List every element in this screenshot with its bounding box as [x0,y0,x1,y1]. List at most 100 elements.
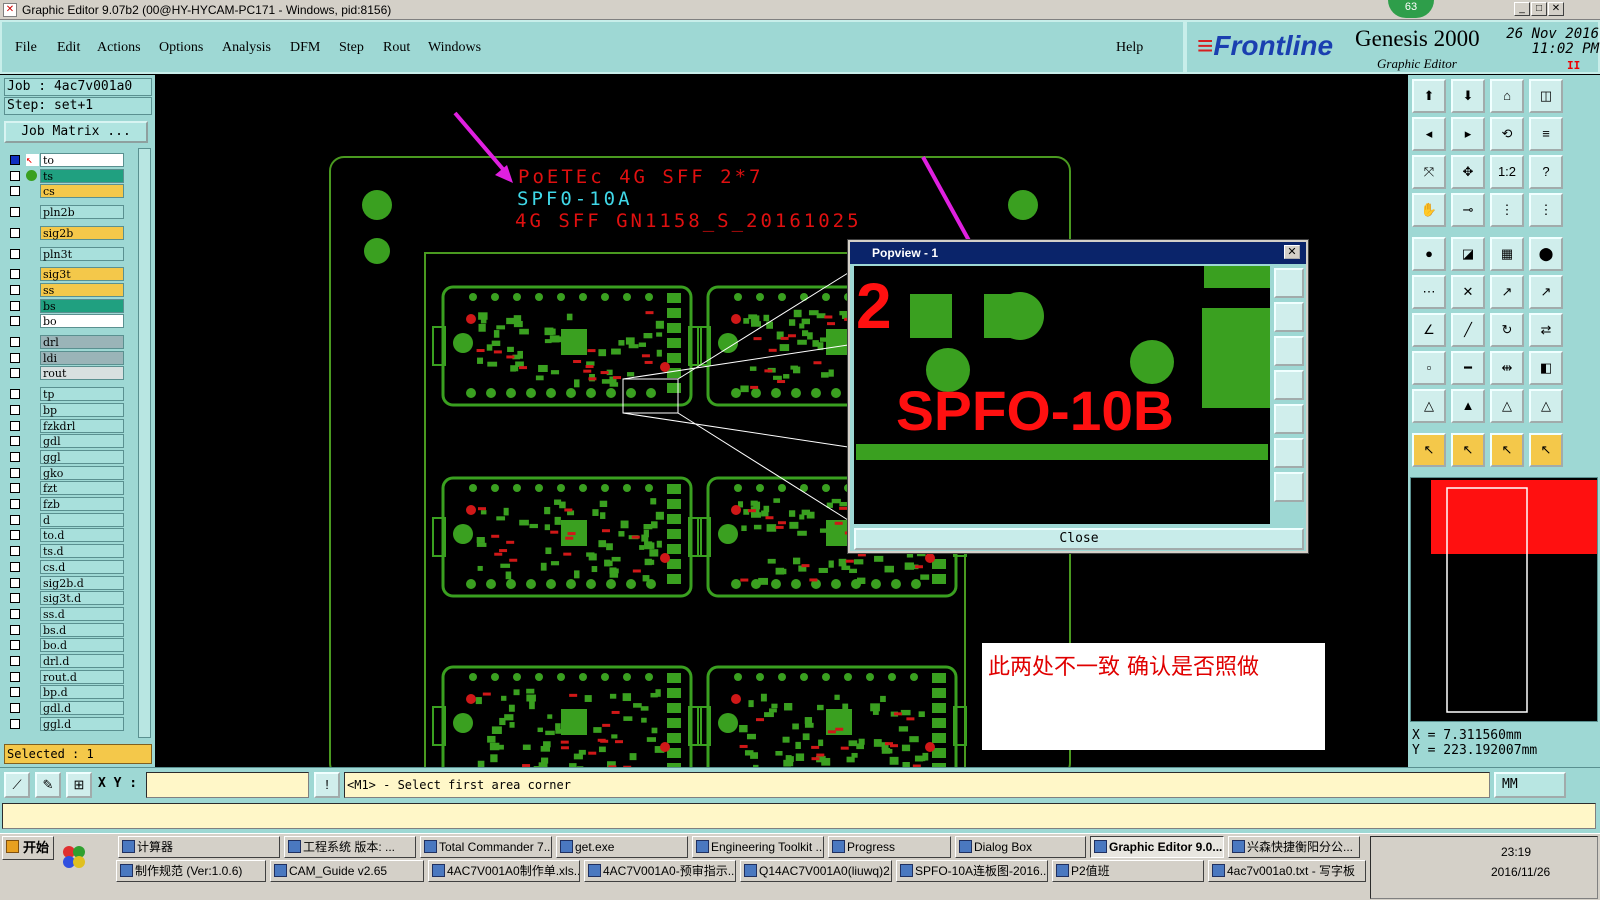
window-icon[interactable]: ◫ [1529,79,1563,113]
probe-icon[interactable]: ⊸ [1451,193,1485,227]
mirror-icon[interactable]: ⇄ [1529,313,1563,347]
layer-row[interactable]: ts.d [4,544,140,559]
taskbar-item[interactable]: Q14AC7V001A0(liuwq)2... [740,860,892,882]
layer-checkbox[interactable] [10,451,20,462]
group-icon[interactable]: ◧ [1529,351,1563,385]
layer-checkbox[interactable] [10,170,20,181]
layer-name[interactable]: ss [40,282,124,297]
popview-fit-icon[interactable] [1274,438,1304,468]
taskbar-item[interactable]: 计算器 [118,836,280,858]
pan-left-icon[interactable]: ◂ [1412,117,1446,151]
layer-sel-icon[interactable]: ⋮ [1529,193,1563,227]
close-window-button[interactable]: ✕ [1548,2,1564,16]
ratio-icon[interactable]: 1:2 [1490,155,1524,189]
center-icon[interactable]: ✥ [1451,155,1485,189]
layer-checkbox[interactable] [10,608,20,619]
layer-checkbox[interactable] [10,368,20,379]
pointer-inside-icon[interactable]: ↖ [1490,433,1524,467]
menu-windows[interactable]: Windows [428,40,481,56]
layer-row[interactable]: ldi [4,350,140,365]
layer-name[interactable]: to.d [40,528,124,543]
arc-icon[interactable]: ▲ [1451,389,1485,423]
layer-name[interactable]: cs.d [40,559,124,574]
pointer-icon[interactable]: ↖ [1412,433,1446,467]
layer-name[interactable]: ts [40,168,124,183]
popview-pan-down-icon[interactable] [1274,336,1304,366]
popview-close-button[interactable]: Close [854,528,1304,550]
layer-list-scrollbar[interactable] [138,148,151,738]
taskbar-item[interactable]: get.exe [556,836,688,858]
help-icon[interactable]: ? [1529,155,1563,189]
layer-row[interactable]: bs [4,298,140,313]
menu-dfm[interactable]: DFM [290,40,320,56]
taskbar-item[interactable]: 4ac7v001a0.txt - 写字板 [1208,860,1366,882]
units-selector[interactable]: MM [1494,772,1566,798]
layer-name[interactable]: gko [40,465,124,480]
layer-row[interactable]: sig2b [4,225,140,240]
popview-pan-left-icon[interactable] [1274,370,1304,400]
copy-icon[interactable]: ↗ [1529,275,1563,309]
layer-checkbox[interactable] [10,656,20,666]
layer-name[interactable]: bp [40,402,124,417]
line-add-icon[interactable]: ∠ [1412,313,1446,347]
pointer-box-icon[interactable]: ↖ [1451,433,1485,467]
redraw-icon[interactable]: ≡ [1529,117,1563,151]
layer-checkbox[interactable] [10,404,20,415]
layer-row[interactable]: bs.d [4,622,140,637]
layer-name[interactable]: ldi [40,350,124,365]
layer-checkbox[interactable] [10,300,20,311]
layer-name[interactable]: gdl [40,434,124,449]
taskbar-item[interactable]: 兴森快捷衡阳分公... [1228,836,1360,858]
popview-pan-right-icon[interactable] [1274,404,1304,434]
job-matrix-button[interactable]: Job Matrix ... [4,121,148,143]
layer-name[interactable]: fzt [40,481,124,496]
layer-row[interactable]: bo [4,314,140,329]
zoom-home-icon[interactable]: ⬆ [1412,79,1446,113]
layer-row[interactable]: bp [4,402,140,417]
layer-checkbox[interactable] [10,248,20,259]
popview-canvas[interactable]: 2 SPFO-10B [854,266,1270,524]
menu-help[interactable]: Help [1116,40,1143,56]
move-icon[interactable]: ↗ [1490,275,1524,309]
layer-row[interactable]: sig3t [4,267,140,282]
polygon-icon[interactable]: △ [1490,389,1524,423]
layer-row[interactable]: to.d [4,528,140,543]
fit-icon[interactable]: ⤧ [1412,155,1446,189]
measure-icon[interactable]: ✎ [35,772,61,798]
popview-close-icon[interactable]: ✕ [1284,245,1300,259]
layer-row[interactable]: ss [4,282,140,297]
layer-name[interactable]: rout [40,366,124,381]
layer-name[interactable]: sig3t.d [40,591,124,606]
popview-zoom-in-icon[interactable] [1274,268,1304,298]
layer-checkbox[interactable] [10,593,20,604]
line-edit-icon[interactable]: ╱ [1451,313,1485,347]
pointer-cross-icon[interactable]: ↖ [1529,433,1563,467]
layer-row[interactable]: rout.d [4,669,140,684]
taskbar-item[interactable]: 工程系统 版本: ... [284,836,416,858]
menu-file[interactable]: File [15,40,37,56]
layer-row[interactable]: fzb [4,497,140,511]
popview-center-icon[interactable] [1274,472,1304,502]
taskbar-item[interactable]: Graphic Editor 9.0... [1090,836,1224,858]
layer-checkbox[interactable] [10,352,20,363]
xy-input[interactable] [146,772,309,798]
layer-name[interactable]: bs.d [40,622,124,637]
triangle-icon[interactable]: △ [1412,389,1446,423]
pad-icon[interactable]: ▫ [1412,351,1446,385]
home-icon[interactable]: ⌂ [1490,79,1524,113]
layer-row[interactable]: ggl [4,449,140,464]
layer-name[interactable]: bp.d [40,685,124,700]
taskbar-item[interactable]: CAM_Guide v2.65 [270,860,424,882]
layer-checkbox[interactable] [10,155,20,165]
snap-icon[interactable]: ⟋ [4,772,30,798]
layer-checkbox[interactable] [10,269,20,280]
layer-name[interactable]: ggl [40,449,124,464]
minimize-button[interactable]: _ [1514,2,1530,16]
resize-icon[interactable]: ⇹ [1490,351,1524,385]
layer-name[interactable]: cs [40,184,124,199]
layer-name[interactable]: ggl.d [40,716,124,731]
taskbar-item[interactable]: 4AC7V001A0制作单.xls... [428,860,580,882]
layer-checkbox[interactable] [10,530,20,541]
layer-checkbox[interactable] [10,577,20,588]
layer-name[interactable]: bo [40,314,124,329]
